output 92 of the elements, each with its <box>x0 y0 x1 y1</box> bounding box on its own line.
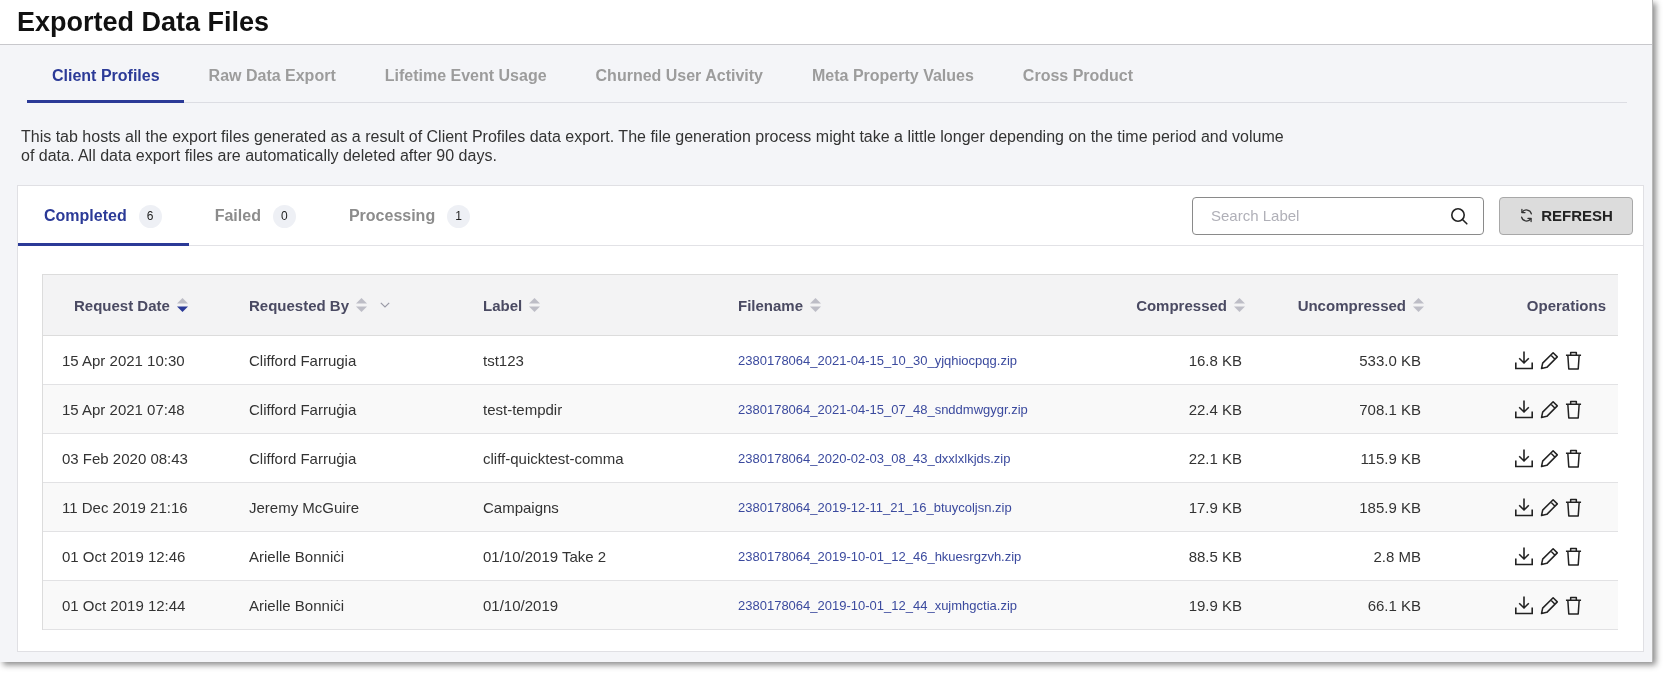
table-cell-text: 01/10/2019 Take 2 <box>482 546 608 567</box>
table-cell-text: 03 Feb 2020 08:43 <box>61 448 189 469</box>
table-cell-text: 15 Apr 2021 07:48 <box>61 399 186 420</box>
delete-button[interactable] <box>1565 546 1582 566</box>
search-field[interactable]: Search Label <box>1192 196 1484 235</box>
pencil-icon <box>1540 448 1559 468</box>
refresh-button[interactable]: REFRESH <box>1499 196 1633 235</box>
download-icon <box>1514 497 1534 517</box>
table-cell-text: Clifford Farrugia <box>248 350 358 371</box>
table-cell-text: Arielle Bonniċi <box>248 595 346 616</box>
pencil-icon <box>1540 350 1559 370</box>
file-link[interactable]: 2380178064_2019-10-01_12_46_hkuesrgzvh.zip <box>738 548 1022 564</box>
table-cell-text: cliff-quicktest-comma <box>482 448 625 469</box>
file-link[interactable]: 2380178064_2019-10-01_12_44_xujmhgctia.zip <box>738 597 1017 613</box>
delete-button[interactable] <box>1565 595 1582 615</box>
table-cell-text: 708.1 KB <box>1358 399 1422 420</box>
trash-icon <box>1565 497 1582 517</box>
edit-button[interactable] <box>1540 497 1559 517</box>
trash-icon <box>1565 399 1582 419</box>
pencil-icon <box>1540 546 1559 566</box>
status-tab[interactable]: Completed 6 <box>18 186 189 246</box>
table-cell-text: tst123 <box>482 350 525 371</box>
table-cell-text: 66.1 KB <box>1366 595 1422 616</box>
table-cell-text: Clifford Farruġia <box>248 399 358 420</box>
refresh-icon <box>1519 208 1535 223</box>
table-cell-text: Clifford Farruġia <box>248 448 358 469</box>
delete-button[interactable] <box>1565 399 1582 419</box>
file-link[interactable]: 2380178064_2020-02-03_08_43_dxxlxlkjds.zip <box>738 450 1011 466</box>
download-icon <box>1514 399 1534 419</box>
table-cell-text: 22.4 KB <box>1187 399 1243 420</box>
table-cell-text: Jeremy McGuire <box>248 497 361 518</box>
table-cell-text: 11 Dec 2019 21:16 <box>61 497 189 518</box>
table-cell-text: 01 Oct 2019 12:44 <box>61 595 187 616</box>
pencil-icon <box>1540 399 1559 419</box>
column-header[interactable]: Label <box>467 275 722 335</box>
table-cell-text: test-tempdir <box>482 399 564 420</box>
file-link[interactable]: 2380178064_2019-12-11_21_16_btuycoljsn.zip <box>738 499 1012 515</box>
status-tab[interactable]: Processing 1 <box>322 186 498 246</box>
trash-icon <box>1565 546 1582 566</box>
download-button[interactable] <box>1514 350 1534 370</box>
count-badge: 6 <box>138 204 162 228</box>
edit-button[interactable] <box>1540 448 1559 468</box>
edit-button[interactable] <box>1540 546 1559 566</box>
edit-button[interactable] <box>1540 350 1559 370</box>
pencil-icon <box>1540 497 1559 517</box>
page-title: Exported Data Files <box>17 6 270 38</box>
column-header[interactable]: Operations <box>1437 275 1618 335</box>
column-header[interactable]: Compressed <box>1101 275 1258 335</box>
delete-button[interactable] <box>1565 448 1582 468</box>
table-cell-text: 88.5 KB <box>1187 546 1243 567</box>
edit-button[interactable] <box>1540 399 1559 419</box>
count-badge: 0 <box>272 204 296 228</box>
delete-button[interactable] <box>1565 350 1582 370</box>
file-link[interactable]: 2380178064_2021-04-15_07_48_snddmwgygr.zip <box>738 401 1028 417</box>
table-cell-text: 185.9 KB <box>1358 497 1422 518</box>
table-cell-text: 01/10/2019 <box>482 595 560 616</box>
column-header[interactable]: Requested By <box>233 275 467 335</box>
trash-icon <box>1565 595 1582 615</box>
search-icon <box>1450 206 1468 225</box>
table-cell-text: 533.0 KB <box>1358 350 1422 371</box>
table-cell-text: 01 Oct 2019 12:46 <box>61 546 187 567</box>
file-link[interactable]: 2380178064_2021-04-15_10_30_yjqhiocpqg.zip <box>738 352 1018 368</box>
tab[interactable]: Client Profiles <box>27 49 184 103</box>
column-header[interactable]: Filename <box>722 275 1101 335</box>
download-icon <box>1514 350 1534 370</box>
table-cell-text: Arielle Bonniċi <box>248 546 346 567</box>
table-cell-text: 2.8 MB <box>1372 546 1422 567</box>
column-header[interactable]: Uncompressed <box>1258 275 1437 335</box>
table-cell-text: 15 Apr 2021 10:30 <box>61 350 186 371</box>
pencil-icon <box>1540 595 1559 615</box>
trash-icon <box>1565 448 1582 468</box>
download-button[interactable] <box>1514 399 1534 419</box>
download-icon <box>1514 448 1534 468</box>
table-cell-text: 19.9 KB <box>1187 595 1243 616</box>
download-button[interactable] <box>1514 546 1534 566</box>
edit-button[interactable] <box>1540 595 1559 615</box>
download-button[interactable] <box>1514 448 1534 468</box>
table-cell-text: 22.1 KB <box>1187 448 1243 469</box>
table-cell-text: 115.9 KB <box>1359 448 1422 469</box>
column-header[interactable]: Request Date <box>43 275 233 335</box>
table-cell-text: 16.8 KB <box>1187 350 1243 371</box>
trash-icon <box>1565 350 1582 370</box>
download-button[interactable] <box>1514 595 1534 615</box>
description-text: This tab hosts all the export files generated as a result of Client Profiles data export. The file generation process might take a little longer depending on the time period and volume of data. All data export files are automatically deleted after 90 days. <box>21 127 1285 165</box>
delete-button[interactable] <box>1565 497 1582 517</box>
table-cell-text: 17.9 KB <box>1187 497 1243 518</box>
download-icon <box>1514 595 1534 615</box>
status-tab[interactable]: Failed 0 <box>188 186 323 246</box>
table-cell-text: Campaigns <box>482 497 560 518</box>
download-button[interactable] <box>1514 497 1534 517</box>
count-badge: 1 <box>447 204 471 228</box>
download-icon <box>1514 546 1534 566</box>
